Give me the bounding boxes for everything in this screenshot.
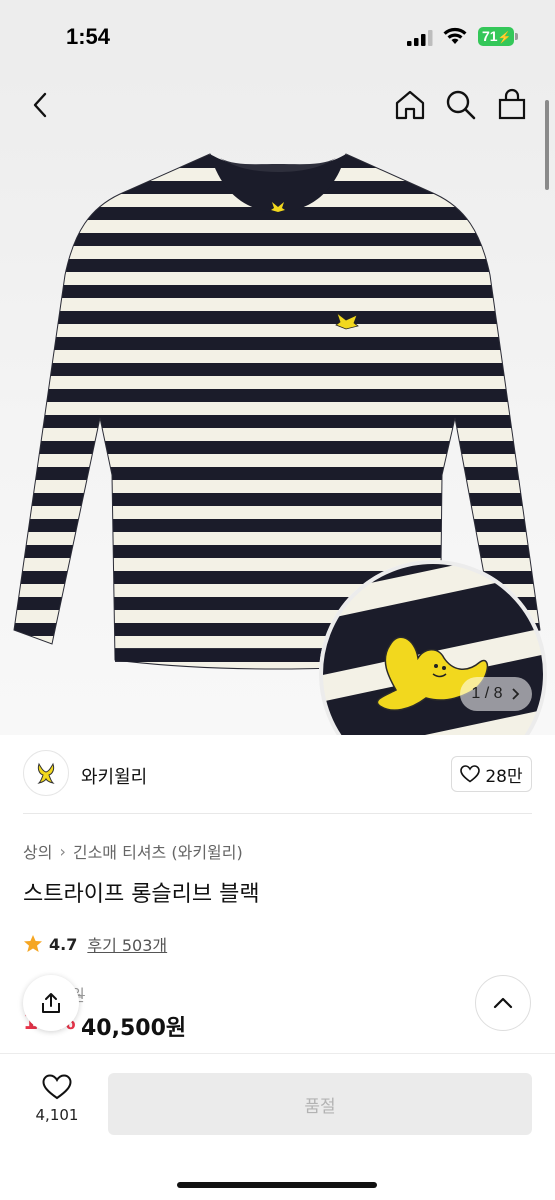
back-icon[interactable] [24, 88, 58, 122]
home-icon[interactable] [393, 88, 427, 122]
heart-icon [460, 765, 481, 783]
search-icon[interactable] [444, 88, 478, 122]
share-icon [42, 993, 60, 1013]
share-button[interactable] [23, 975, 79, 1031]
battery-level: 71 [482, 28, 498, 44]
chevron-up-icon [493, 997, 513, 1009]
image-counter-separator: / [484, 685, 490, 702]
rating-row: 4.7 후기 503개 [23, 932, 167, 956]
status-bar: 1:54 71⚡ [0, 0, 555, 70]
divider [23, 813, 532, 814]
wishlist-count: 4,101 [35, 1106, 79, 1124]
product-title: 스트라이프 롱슬리브 블랙 [23, 882, 260, 907]
home-indicator [177, 1182, 377, 1188]
heart-icon [42, 1074, 72, 1100]
soldout-button[interactable]: 품절 [108, 1073, 532, 1135]
scroll-to-top-button[interactable] [475, 975, 531, 1031]
breadcrumb: 상의 › 긴소매 티셔츠 (와키윌리) [23, 839, 243, 863]
page-scroll-indicator [545, 100, 549, 190]
product-image-carousel[interactable]: 1 / 8 [0, 70, 555, 735]
shopping-bag-icon[interactable] [495, 88, 529, 122]
brand-name[interactable]: 와키윌리 [81, 763, 147, 789]
brand-logo[interactable] [23, 750, 69, 796]
bottom-action-bar: 4,101 품절 [0, 1053, 555, 1200]
battery-indicator: 71⚡ [478, 27, 514, 46]
image-counter[interactable]: 1 / 8 [460, 677, 532, 711]
wishlist-button[interactable]: 4,101 [28, 1074, 86, 1124]
charging-icon: ⚡ [497, 32, 512, 44]
brand-like-button[interactable]: 28만 [451, 756, 532, 792]
breadcrumb-item-subcategory[interactable]: 긴소매 티셔츠 (와키윌리) [73, 839, 243, 863]
cellular-signal-icon [407, 30, 433, 46]
reviews-link[interactable]: 후기 503개 [87, 932, 167, 956]
status-time: 1:54 [66, 24, 111, 49]
image-counter-total: 8 [493, 685, 503, 702]
breadcrumb-separator-icon: › [59, 841, 66, 861]
product-image [13, 153, 547, 735]
wifi-icon [443, 27, 467, 44]
sale-price: 40,500원 [81, 1016, 187, 1041]
rating-value: 4.7 [49, 934, 78, 954]
battery-nub [515, 33, 518, 40]
breadcrumb-item-category[interactable]: 상의 [23, 839, 52, 863]
brand-row: 와키윌리 28만 [0, 735, 555, 813]
chevron-right-icon [511, 688, 519, 700]
brand-like-count: 28만 [485, 766, 523, 787]
star-icon [24, 935, 42, 952]
brand-logo-icon [37, 762, 55, 784]
image-counter-current: 1 [471, 685, 481, 702]
